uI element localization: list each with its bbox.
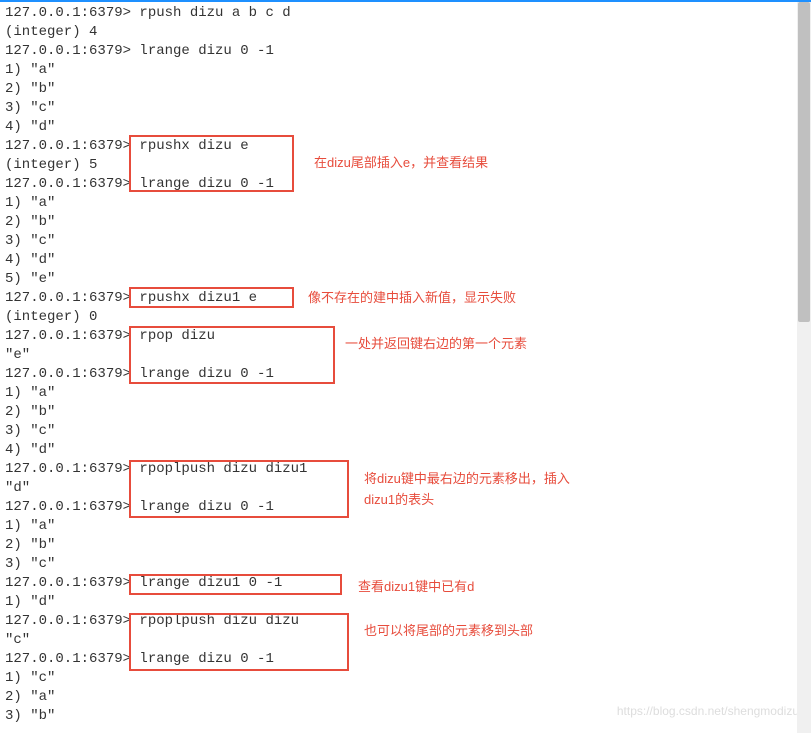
terminal-line: 1) "c" [5,669,806,688]
terminal-line: 3) "c" [5,422,806,441]
annotation-rpushx-fail: 像不存在的建中插入新值，显示失败 [308,289,516,307]
terminal-line: 4) "d" [5,118,806,137]
terminal-line: 4) "d" [5,441,806,460]
terminal-line: 1) "a" [5,194,806,213]
terminal-line: 2) "b" [5,403,806,422]
terminal-line: 4) "d" [5,251,806,270]
terminal-line: 127.0.0.1:6379> lrange dizu 0 -1 [5,650,806,669]
annotation-rpoplpush: 将dizu键中最右边的元素移出，插入dizu1的表头 [364,469,594,511]
terminal-line: 1) "a" [5,384,806,403]
annotation-rpop: 一处并返回键右边的第一个元素 [345,335,527,353]
terminal-line: 5) "e" [5,270,806,289]
terminal-line: 2) "b" [5,213,806,232]
scrollbar-thumb[interactable] [798,2,810,322]
terminal-line: 3) "c" [5,555,806,574]
terminal-line: (integer) 4 [5,23,806,42]
terminal-line: 127.0.0.1:6379> lrange dizu 0 -1 [5,42,806,61]
annotation-lrange-dizu1: 查看dizu1键中已有d [358,578,474,596]
watermark: https://blog.csdn.net/shengmodizu [617,703,799,720]
terminal-line: 127.0.0.1:6379> rpush dizu a b c d [5,4,806,23]
terminal-line: 3) "c" [5,232,806,251]
terminal-line: 1) "a" [5,517,806,536]
terminal-line: 1) "a" [5,61,806,80]
terminal-line: 2) "b" [5,536,806,555]
terminal-line: 127.0.0.1:6379> lrange dizu 0 -1 [5,365,806,384]
terminal-output[interactable]: 127.0.0.1:6379> rpush dizu a b c d (inte… [5,4,806,726]
annotation-rpushx: 在dizu尾部插入e，并查看结果 [314,154,488,172]
annotation-rpoplpush-self: 也可以将尾部的元素移到头部 [364,622,533,640]
scrollbar[interactable] [797,2,811,733]
terminal-line: (integer) 0 [5,308,806,327]
terminal-line: 3) "c" [5,99,806,118]
terminal-line: 2) "b" [5,80,806,99]
terminal-line: 127.0.0.1:6379> lrange dizu 0 -1 [5,175,806,194]
